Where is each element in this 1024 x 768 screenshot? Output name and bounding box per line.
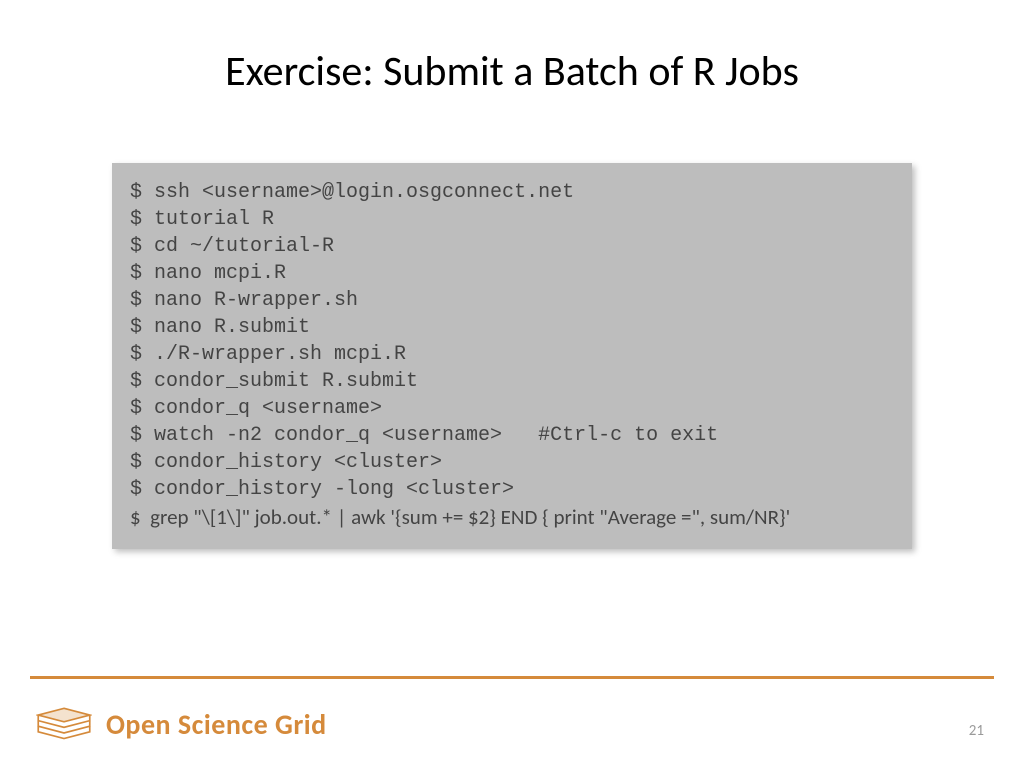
terminal-line: $ cd ~/tutorial-R bbox=[130, 233, 894, 260]
brand-text: Open Science Grid bbox=[106, 707, 327, 742]
divider bbox=[30, 676, 994, 679]
terminal-block: $ ssh <username>@login.osgconnect.net $ … bbox=[112, 163, 912, 549]
terminal-line: $ watch -n2 condor_q <username> #Ctrl-c … bbox=[130, 422, 894, 449]
terminal-line: $ tutorial R bbox=[130, 206, 894, 233]
terminal-line: $ grep "\[1\]" job.out.* | awk '{sum += … bbox=[130, 503, 894, 531]
osg-logo-icon bbox=[36, 706, 92, 742]
footer: Open Science Grid 21 bbox=[0, 676, 1024, 768]
terminal-line: $ condor_q <username> bbox=[130, 395, 894, 422]
terminal-line: $ ssh <username>@login.osgconnect.net bbox=[130, 179, 894, 206]
terminal-line: $ nano mcpi.R bbox=[130, 260, 894, 287]
terminal-line: $ nano R-wrapper.sh bbox=[130, 287, 894, 314]
terminal-line: $ ./R-wrapper.sh mcpi.R bbox=[130, 341, 894, 368]
slide-title: Exercise: Submit a Batch of R Jobs bbox=[0, 0, 1024, 97]
terminal-line: $ condor_submit R.submit bbox=[130, 368, 894, 395]
brand-row: Open Science Grid bbox=[36, 706, 327, 742]
page-number: 21 bbox=[969, 722, 984, 740]
terminal-line: $ condor_history <cluster> bbox=[130, 449, 894, 476]
terminal-line: $ condor_history -long <cluster> bbox=[130, 476, 894, 503]
terminal-line: $ nano R.submit bbox=[130, 314, 894, 341]
